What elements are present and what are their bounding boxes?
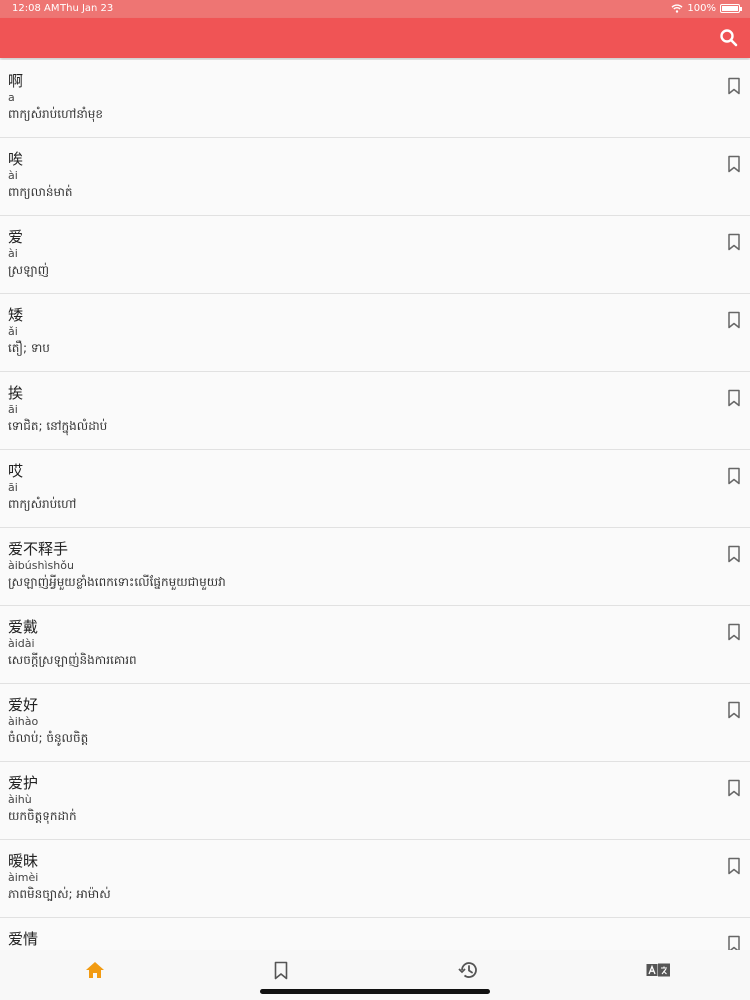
entry-pinyin: àibúshìshǒu bbox=[8, 559, 74, 572]
status-date: Thu Jan 23 bbox=[60, 3, 114, 14]
list-item[interactable]: 爱戴 àidài សេចក្តីស្រឡាញ់និងការគោរព bbox=[0, 606, 750, 684]
word-list: 啊 a ពាក្យសំរាប់ហៅនាំមុខ唉 ài ពាក្យលាន់មាត់爱 ài… bbox=[0, 60, 750, 950]
list-item[interactable]: 矮 ǎi តឿ; ទាប bbox=[0, 294, 750, 372]
list-item[interactable]: 哎 āi ពាក្យសំរាប់ហៅ bbox=[0, 450, 750, 528]
list-item[interactable]: 爱情 bbox=[0, 918, 750, 950]
entry-definition: ទោជិត; នៅក្នុងលំដាប់ bbox=[8, 419, 108, 433]
bookmark-button[interactable] bbox=[726, 779, 742, 797]
bookmark-button[interactable] bbox=[726, 155, 742, 173]
entry-word: 哎 bbox=[8, 462, 24, 480]
status-time: 12:08 AM bbox=[12, 3, 60, 14]
entry-pinyin: ǎi bbox=[8, 325, 18, 338]
status-right: 100% bbox=[671, 3, 742, 14]
entry-pinyin: ài bbox=[8, 169, 18, 182]
bookmark-icon bbox=[728, 233, 740, 251]
bookmark-button[interactable] bbox=[726, 389, 742, 407]
bookmark-icon bbox=[728, 779, 740, 797]
entry-pinyin: a bbox=[8, 91, 15, 104]
entry-pinyin: àihù bbox=[8, 793, 32, 806]
bookmark-icon bbox=[728, 623, 740, 641]
status-bar: 12:08 AM Thu Jan 23 100% bbox=[0, 0, 750, 18]
bookmark-icon bbox=[728, 935, 740, 950]
entry-pinyin: àihào bbox=[8, 715, 39, 728]
bookmark-button[interactable] bbox=[726, 623, 742, 641]
bookmark-button[interactable] bbox=[726, 701, 742, 719]
search-icon bbox=[720, 29, 738, 47]
list-item[interactable]: 挨 āi ទោជិត; នៅក្នុងលំដាប់ bbox=[0, 372, 750, 450]
list-item[interactable]: 啊 a ពាក្យសំរាប់ហៅនាំមុខ bbox=[0, 60, 750, 138]
bookmark-button[interactable] bbox=[726, 467, 742, 485]
entry-pinyin: āi bbox=[8, 403, 18, 416]
entry-definition: ចំលាប់; ចំនូលចិត្ត bbox=[8, 731, 89, 745]
entry-word: 啊 bbox=[8, 72, 24, 90]
battery-percent: 100% bbox=[687, 3, 716, 14]
home-indicator bbox=[260, 989, 490, 994]
bookmark-icon bbox=[728, 77, 740, 95]
entry-pinyin: ài bbox=[8, 247, 18, 260]
home-icon bbox=[86, 962, 104, 978]
search-button[interactable] bbox=[718, 27, 740, 49]
bookmark-button[interactable] bbox=[726, 935, 742, 950]
entry-word: 唉 bbox=[8, 150, 24, 168]
entry-definition: តឿ; ទាប bbox=[8, 341, 50, 355]
list-item[interactable]: 暧昧 àimèi ភាពមិនច្បាស់; អាម៉ាស់ bbox=[0, 840, 750, 918]
history-icon bbox=[458, 962, 477, 978]
entry-word: 爱戴 bbox=[8, 618, 39, 636]
tab-bookmarks[interactable] bbox=[268, 959, 294, 981]
entry-definition: ស្រឡាញ់ bbox=[8, 263, 50, 277]
entry-word: 爱 bbox=[8, 228, 24, 246]
bookmark-button[interactable] bbox=[726, 233, 742, 251]
entry-word: 爱不释手 bbox=[8, 540, 69, 558]
translate-icon bbox=[646, 963, 670, 977]
entry-pinyin: āi bbox=[8, 481, 18, 494]
entry-word: 暧昧 bbox=[8, 852, 39, 870]
bookmark-icon bbox=[728, 545, 740, 563]
entry-word: 爱护 bbox=[8, 774, 39, 792]
list-item[interactable]: 爱 ài ស្រឡាញ់ bbox=[0, 216, 750, 294]
bookmark-button[interactable] bbox=[726, 77, 742, 95]
tab-home[interactable] bbox=[82, 959, 108, 981]
entry-pinyin: àimèi bbox=[8, 871, 39, 884]
bookmark-icon bbox=[728, 701, 740, 719]
wifi-icon bbox=[671, 4, 683, 13]
list-item[interactable]: 爱好 àihào ចំលាប់; ចំនូលចិត្ត bbox=[0, 684, 750, 762]
entry-word: 矮 bbox=[8, 306, 24, 324]
tab-translate[interactable] bbox=[645, 959, 671, 981]
battery-icon bbox=[720, 4, 742, 13]
list-item[interactable]: 爱护 àihù យកចិត្តទុកដាក់ bbox=[0, 762, 750, 840]
bookmark-icon bbox=[728, 389, 740, 407]
bookmark-icon bbox=[728, 155, 740, 173]
entry-word: 爱情 bbox=[8, 930, 39, 948]
bookmark-icon bbox=[728, 857, 740, 875]
entry-definition: ពាក្យលាន់មាត់ bbox=[8, 185, 73, 199]
entry-word: 挨 bbox=[8, 384, 24, 402]
entry-pinyin: àidài bbox=[8, 637, 35, 650]
entry-definition: ពាក្យសំរាប់ហៅនាំមុខ bbox=[8, 107, 103, 121]
bookmark-icon bbox=[274, 961, 288, 979]
bookmark-icon bbox=[728, 467, 740, 485]
entry-word: 爱好 bbox=[8, 696, 39, 714]
entry-definition: ស្រឡាញ់អ្វីមួយខ្លាំងពេកទោះលើផ្នែកមួយជាមួ… bbox=[8, 575, 226, 589]
bookmark-icon bbox=[728, 311, 740, 329]
list-item[interactable]: 唉 ài ពាក្យលាន់មាត់ bbox=[0, 138, 750, 216]
list-item[interactable]: 爱不释手 àibúshìshǒu ស្រឡាញ់អ្វីមួយខ្លាំងពេកទោ… bbox=[0, 528, 750, 606]
tab-history[interactable] bbox=[455, 959, 481, 981]
bookmark-button[interactable] bbox=[726, 857, 742, 875]
entry-definition: សេចក្តីស្រឡាញ់និងការគោរព bbox=[8, 653, 137, 667]
entry-definition: ភាពមិនច្បាស់; អាម៉ាស់ bbox=[8, 887, 111, 901]
entry-definition: ពាក្យសំរាប់ហៅ bbox=[8, 497, 77, 511]
app-header bbox=[0, 18, 750, 58]
entry-definition: យកចិត្តទុកដាក់ bbox=[8, 809, 77, 823]
bookmark-button[interactable] bbox=[726, 311, 742, 329]
bookmark-button[interactable] bbox=[726, 545, 742, 563]
